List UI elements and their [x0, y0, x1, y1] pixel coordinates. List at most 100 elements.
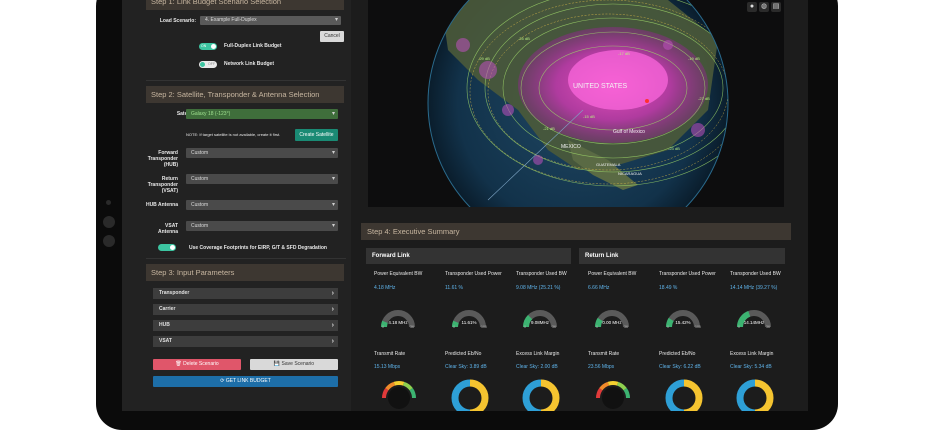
delete-scenario-button[interactable]: 🗑 Delete Scenario [153, 359, 241, 370]
map-label-gulf: Gulf of Mexico [613, 129, 645, 135]
vsat-antenna-value: Custom [191, 223, 209, 229]
accordion-vsat[interactable]: VSAT › [153, 336, 338, 347]
coverage-toggle[interactable] [158, 244, 176, 251]
toggle-knob [200, 62, 205, 67]
forward-transponder-value: Custom [191, 150, 209, 156]
chevron-down-icon: ▾ [331, 150, 335, 156]
cancel-button[interactable]: Cancel [320, 31, 344, 42]
globe-icon[interactable]: ◍ [759, 2, 769, 12]
save-icon: 💾 [273, 361, 281, 367]
map-label-guatemala: GUATEMALA [596, 162, 621, 167]
gauge-min: 0 [738, 325, 740, 329]
metric-value: Clear Sky: 6.22 dB [659, 364, 701, 370]
satellite-value: Galaxy 18 (-123°) [191, 111, 231, 117]
step4-header: Step 4: Executive Summary [361, 223, 791, 240]
forward-transponder-select[interactable]: Custom ▾ [186, 148, 338, 158]
speedometer-segment [607, 381, 619, 386]
divider [146, 80, 346, 81]
bezel-button-2 [103, 235, 115, 247]
hub-antenna-value: Custom [191, 202, 209, 208]
speedometer-segment [616, 381, 627, 391]
save-scenario-button[interactable]: 💾 Save Scenario [250, 359, 338, 370]
gauge-max: 100 [481, 325, 487, 329]
chevron-down-icon: ▾ [334, 17, 338, 23]
speedometer-segment [402, 381, 413, 391]
donut-chart [736, 379, 774, 411]
vsat-antenna-label: VSAT Antenna [158, 223, 178, 235]
accordion-carrier[interactable]: Carrier › [153, 304, 338, 315]
create-satellite-button[interactable]: Create Satellite [295, 129, 338, 141]
metric-value: Clear Sky: 3.89 dB [445, 364, 487, 370]
donut-segment [522, 379, 542, 411]
gauge-min: 0 [453, 325, 455, 329]
metric-title: Predicted Eb/No [659, 351, 696, 357]
speedometer-segment [596, 388, 603, 399]
vsat-antenna-select[interactable]: Custom ▾ [186, 221, 338, 231]
toggle-knob [211, 44, 216, 49]
point-icon[interactable]: ● [747, 2, 757, 12]
metric-value: 11.61 % [445, 285, 463, 291]
coverage-label: Use Coverage Footprints for EIRP, G/T & … [189, 245, 327, 251]
gauge [595, 310, 629, 328]
load-scenario-value: 4. Example Full-Duplex [205, 17, 257, 23]
get-link-budget-button[interactable]: ⟳ GET LINK BUDGET [153, 376, 338, 387]
globe-svg: UNITED STATES MEXICO Gulf of Mexico GUAT… [427, 0, 729, 207]
gauge-max: 36 [552, 325, 556, 329]
metric-value: Clear Sky: 2.00 dB [516, 364, 558, 370]
gauge-max: 100 [695, 325, 701, 329]
speedometer-segment [623, 388, 630, 399]
donut-chart [451, 379, 489, 411]
get-link-budget-label: GET LINK BUDGET [225, 378, 271, 384]
donut-segment [665, 379, 685, 411]
gauge [452, 310, 486, 328]
contour-label: -21 dB [543, 126, 555, 131]
network-label: Network Link Budget [224, 61, 275, 67]
metric-title: Transponder Used Power [445, 271, 502, 277]
trash-icon: 🗑 [175, 361, 182, 367]
speedometer-segment [393, 381, 405, 386]
forward-transponder-label: Forward Transponder (HUB) [147, 150, 178, 168]
speedometer-segment [599, 381, 610, 391]
step2-header: Step 2: Satellite, Transponder & Antenna… [146, 86, 344, 103]
satellite-note: NOTE: If target satellite is not availab… [186, 132, 281, 137]
contour-label: -23 dB [668, 146, 680, 151]
chevron-right-icon: › [331, 338, 334, 345]
gauge [523, 310, 557, 328]
metric-value: 15.13 Mbps [374, 364, 401, 370]
network-toggle[interactable]: OFF [199, 61, 217, 68]
accordion-label: Transponder [159, 290, 190, 296]
app-screen: Step 1: Link Budget Scenario Selection L… [122, 0, 808, 411]
toggle-knob [170, 245, 175, 250]
metric-title: Excess Link Margin [516, 351, 560, 357]
metric-value: 18.49 % [659, 285, 678, 291]
load-scenario-select[interactable]: 4. Example Full-Duplex ▾ [200, 16, 341, 25]
metric-value: 14.14 MHz (39.27 %) [730, 285, 778, 291]
hub-antenna-label: HUB Antenna [145, 202, 178, 208]
chevron-right-icon: › [331, 290, 334, 297]
gauge-max: 36 [624, 325, 628, 329]
gauge [381, 310, 415, 328]
satellite-select[interactable]: Galaxy 18 (-123°) ▾ [186, 109, 338, 119]
speedometer-face [602, 387, 624, 409]
accordion-label: Carrier [159, 306, 176, 312]
speedometer-gauge [382, 381, 416, 409]
metric-value: 23.56 Mbps [588, 364, 615, 370]
save-scenario-label: Save Scenario [281, 361, 315, 367]
gauge [666, 310, 700, 328]
accordion-hub[interactable]: HUB › [153, 320, 338, 331]
return-transponder-select[interactable]: Custom ▾ [186, 174, 338, 184]
speedometer-gauge [596, 381, 630, 409]
return-link-header: Return Link [579, 248, 785, 264]
coverage-map[interactable]: UNITED STATES MEXICO Gulf of Mexico GUAT… [368, 0, 784, 207]
layers-icon[interactable]: ▤ [771, 2, 781, 12]
accordion-label: VSAT [159, 338, 172, 344]
chevron-down-icon: ▾ [331, 202, 335, 208]
full-duplex-toggle[interactable]: ON [199, 43, 217, 50]
toggle-on-text: ON [201, 44, 207, 48]
chevron-down-icon: ▾ [331, 223, 335, 229]
metric-title: Transmit Rate [374, 351, 406, 357]
delete-scenario-label: Delete Scenario [183, 361, 219, 367]
chevron-down-icon: ▾ [331, 176, 335, 182]
hub-antenna-select[interactable]: Custom ▾ [186, 200, 338, 210]
accordion-transponder[interactable]: Transponder › [153, 288, 338, 299]
